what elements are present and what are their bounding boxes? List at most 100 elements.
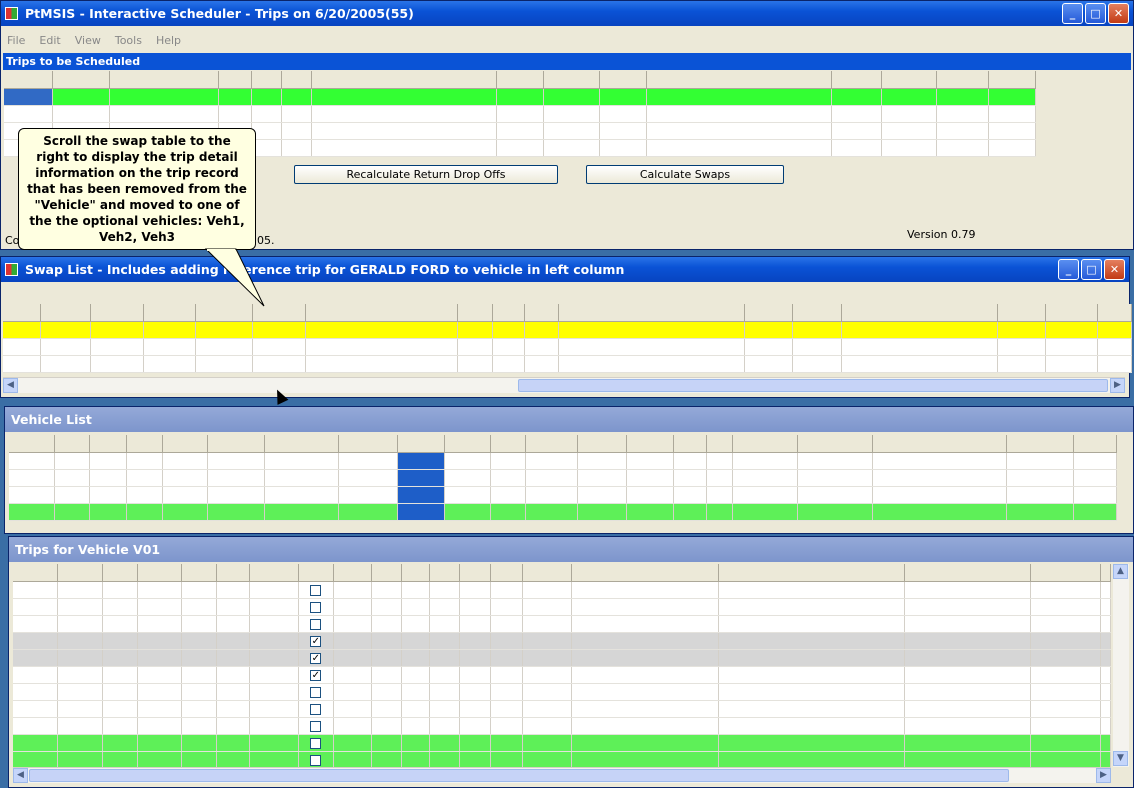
column-header[interactable] bbox=[57, 564, 104, 582]
column-header[interactable] bbox=[162, 435, 208, 453]
table-row[interactable] bbox=[13, 598, 1112, 616]
swap-maximize-icon[interactable]: □ bbox=[1081, 259, 1102, 280]
column-header[interactable] bbox=[646, 71, 832, 89]
column-header[interactable] bbox=[732, 435, 799, 453]
table-row[interactable] bbox=[13, 734, 1112, 752]
table-row[interactable] bbox=[9, 503, 1117, 521]
column-header[interactable] bbox=[333, 564, 372, 582]
table-row[interactable] bbox=[13, 615, 1112, 633]
blk-checkbox[interactable] bbox=[310, 618, 322, 630]
blk-checkbox[interactable] bbox=[310, 737, 322, 749]
column-header[interactable] bbox=[4, 71, 53, 89]
trips-scroll-right-icon[interactable]: ▶ bbox=[1096, 768, 1111, 783]
blk-checkbox[interactable]: ✓ bbox=[310, 635, 322, 647]
column-header[interactable] bbox=[492, 304, 525, 322]
calculate-swaps-button[interactable]: Calculate Swaps bbox=[586, 165, 784, 184]
table-row[interactable]: ✓ bbox=[13, 632, 1112, 650]
column-header[interactable] bbox=[40, 304, 91, 322]
column-header[interactable] bbox=[89, 435, 127, 453]
column-header[interactable] bbox=[718, 564, 906, 582]
swap-scroll-thumb[interactable] bbox=[518, 379, 1108, 392]
column-header[interactable] bbox=[401, 564, 430, 582]
menu-file[interactable]: File bbox=[7, 31, 25, 51]
menu-view[interactable]: View bbox=[75, 31, 101, 51]
column-header[interactable] bbox=[525, 435, 579, 453]
trips-vertical-scrollbar[interactable]: ▲ ▼ bbox=[1113, 564, 1129, 767]
column-header[interactable] bbox=[181, 564, 218, 582]
column-header[interactable] bbox=[54, 435, 90, 453]
column-header[interactable] bbox=[444, 435, 491, 453]
column-header[interactable] bbox=[305, 304, 458, 322]
column-header[interactable] bbox=[571, 564, 719, 582]
trips-scroll-left-icon[interactable]: ◀ bbox=[13, 768, 28, 783]
column-header[interactable] bbox=[1097, 304, 1132, 322]
column-header[interactable] bbox=[496, 71, 545, 89]
swap-minimize-icon[interactable]: _ bbox=[1058, 259, 1079, 280]
blk-checkbox[interactable] bbox=[310, 720, 322, 732]
column-header[interactable] bbox=[298, 564, 335, 582]
scroll-down-icon[interactable]: ▼ bbox=[1113, 751, 1128, 766]
column-header[interactable] bbox=[249, 564, 299, 582]
menu-tools[interactable]: Tools bbox=[115, 31, 142, 51]
column-header[interactable] bbox=[792, 304, 842, 322]
vehicle-title-bar[interactable]: Vehicle List bbox=[5, 407, 1133, 432]
scroll-left-icon[interactable]: ◀ bbox=[3, 378, 18, 393]
menu-edit[interactable]: Edit bbox=[39, 31, 60, 51]
column-header[interactable] bbox=[841, 304, 998, 322]
blk-checkbox[interactable] bbox=[310, 584, 322, 596]
column-header[interactable] bbox=[673, 435, 707, 453]
table-row[interactable] bbox=[4, 88, 1037, 106]
column-header[interactable] bbox=[904, 564, 1032, 582]
column-header[interactable] bbox=[490, 435, 526, 453]
scroll-up-icon[interactable]: ▲ bbox=[1113, 564, 1128, 579]
column-header[interactable] bbox=[281, 71, 312, 89]
column-header[interactable] bbox=[524, 304, 559, 322]
trips-scroll-thumb[interactable] bbox=[29, 769, 1009, 782]
column-header[interactable] bbox=[988, 71, 1037, 89]
recalculate-button[interactable]: Recalculate Return Drop Offs bbox=[294, 165, 558, 184]
column-header[interactable] bbox=[797, 435, 873, 453]
maximize-icon[interactable]: □ bbox=[1085, 3, 1106, 24]
table-row[interactable] bbox=[13, 581, 1112, 599]
table-row[interactable] bbox=[13, 700, 1112, 718]
column-header[interactable] bbox=[109, 71, 219, 89]
column-header[interactable] bbox=[397, 435, 446, 453]
column-header[interactable] bbox=[371, 564, 403, 582]
column-header[interactable] bbox=[831, 71, 882, 89]
table-row[interactable] bbox=[9, 469, 1117, 487]
column-header[interactable] bbox=[872, 435, 1007, 453]
blk-checkbox[interactable]: ✓ bbox=[310, 652, 322, 664]
column-header[interactable] bbox=[1006, 435, 1075, 453]
column-header[interactable] bbox=[1045, 304, 1098, 322]
column-header[interactable] bbox=[311, 71, 498, 89]
swap-horizontal-scrollbar[interactable]: ◀ ▶ bbox=[3, 377, 1125, 393]
column-header[interactable] bbox=[599, 71, 648, 89]
column-header[interactable] bbox=[126, 435, 164, 453]
column-header[interactable] bbox=[90, 304, 144, 322]
table-row[interactable] bbox=[3, 321, 1132, 339]
table-row[interactable]: ✓ bbox=[13, 649, 1112, 667]
close-icon[interactable]: ✕ bbox=[1108, 3, 1129, 24]
blk-checkbox[interactable] bbox=[310, 754, 322, 766]
column-header[interactable] bbox=[251, 71, 282, 89]
menu-help[interactable]: Help bbox=[156, 31, 181, 51]
blk-checkbox[interactable] bbox=[310, 686, 322, 698]
blk-checkbox[interactable]: ✓ bbox=[310, 669, 322, 681]
column-header[interactable] bbox=[881, 71, 937, 89]
column-header[interactable] bbox=[52, 71, 110, 89]
column-header[interactable] bbox=[429, 564, 461, 582]
blk-checkbox[interactable] bbox=[310, 703, 322, 715]
column-header[interactable] bbox=[102, 564, 138, 582]
main-title-bar[interactable]: PtMSIS - Interactive Scheduler - Trips o… bbox=[1, 1, 1133, 26]
column-header[interactable] bbox=[1030, 564, 1101, 582]
column-header[interactable] bbox=[626, 435, 675, 453]
column-header[interactable] bbox=[3, 304, 41, 322]
table-row[interactable] bbox=[3, 355, 1132, 373]
column-header[interactable] bbox=[207, 435, 265, 453]
table-row[interactable] bbox=[4, 105, 1037, 123]
column-header[interactable] bbox=[13, 564, 59, 582]
column-header[interactable] bbox=[264, 435, 340, 453]
swap-title-bar[interactable]: Swap List - Includes adding reference tr… bbox=[1, 257, 1129, 282]
column-header[interactable] bbox=[997, 304, 1046, 322]
table-row[interactable] bbox=[9, 452, 1117, 470]
